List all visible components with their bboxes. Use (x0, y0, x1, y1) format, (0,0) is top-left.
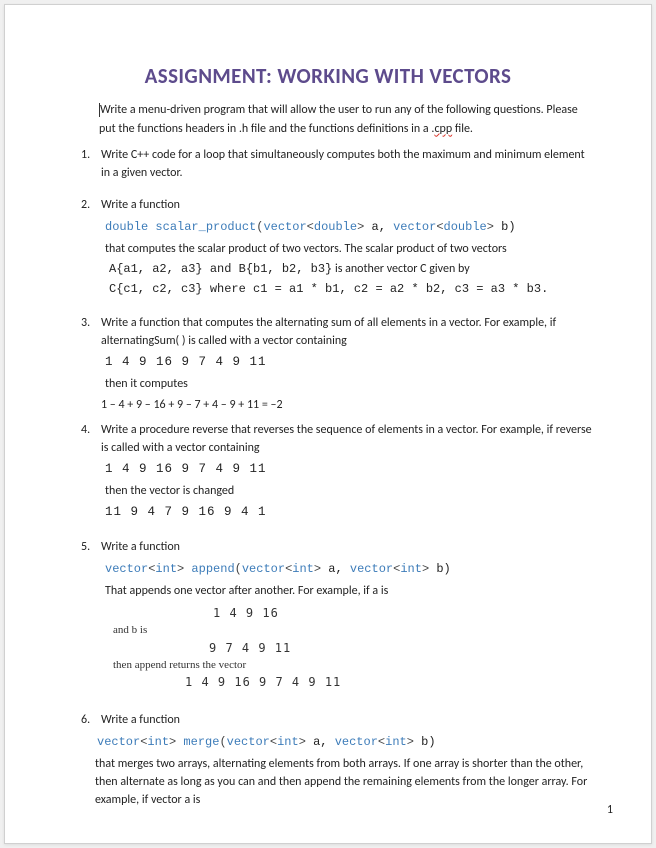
spellcheck-cpp: cpp (434, 122, 452, 136)
kw-vector: vector (242, 562, 285, 576)
kw-type: double (105, 220, 148, 234)
question-body: Write a function that computes the alter… (101, 314, 597, 417)
function-signature: vector<int> merge(vector<int> a, vector<… (97, 733, 593, 751)
question-text: A{a1, a2, a3} and B{b1, b2, b3} is anoth… (109, 260, 593, 278)
kw-type: int (385, 735, 407, 749)
param-name: b) (494, 220, 516, 234)
question-text: then it computes (105, 375, 593, 393)
question-body: Write C++ code for a loop that simultane… (101, 146, 597, 182)
angle-close: > (487, 220, 494, 234)
question-text: Write a procedure reverse that reverses … (101, 421, 593, 457)
question-number: 1. (79, 146, 101, 182)
function-signature: vector<int> append(vector<int> a, vector… (105, 560, 593, 578)
angle-open: < (307, 220, 314, 234)
question-text: then the vector is changed (105, 482, 593, 500)
param-name: a, (306, 735, 335, 749)
code-expr: C{c1, c2, c3} where c1 = a1 * b1, c2 = a… (109, 280, 593, 298)
question-lead: Write a function (101, 538, 593, 556)
math-expression: 1 – 4 + 9 – 16 + 9 – 7 + 4 – 9 + 11 = –2 (101, 396, 593, 414)
question-1: 1. Write C++ code for a loop that simult… (79, 146, 597, 182)
number-sequence: 11 9 4 7 9 16 9 4 1 (105, 503, 593, 522)
param-name: b) (414, 735, 436, 749)
page-number: 1 (607, 803, 613, 817)
kw-type: int (292, 562, 314, 576)
number-sequence: 1 4 9 16 9 7 4 9 11 (105, 460, 593, 479)
question-5: 5. Write a function vector<int> append(v… (79, 538, 597, 697)
kw-type: double (444, 220, 487, 234)
question-number: 5. (79, 538, 101, 697)
angle-open: < (270, 735, 277, 749)
question-number: 3. (79, 314, 101, 417)
function-signature: double scalar_product(vector<double> a, … (105, 218, 593, 236)
question-3: 3. Write a function that computes the al… (79, 314, 597, 417)
kw-vector: vector (335, 735, 378, 749)
page-title: ASSIGNMENT: WORKING WITH VECTORS (59, 63, 597, 89)
question-text: Write a function that computes the alter… (101, 314, 593, 350)
kw-type: int (400, 562, 422, 576)
kw-vector: vector (393, 220, 436, 234)
open-paren: ( (219, 735, 226, 749)
example-block: 1 4 9 16 and b is 9 7 4 9 11 then append… (113, 604, 593, 691)
kw-function: scalar_product (155, 220, 256, 234)
question-6: 6. Write a function vector<int> merge(ve… (79, 711, 597, 809)
kw-type: int (155, 562, 177, 576)
angle-close: > (314, 562, 321, 576)
number-sequence: 9 7 4 9 11 (209, 639, 593, 657)
kw-type: int (277, 735, 299, 749)
kw-vector: vector (227, 735, 270, 749)
example-label: then append returns the vector (113, 657, 593, 674)
kw-vector: vector (97, 735, 140, 749)
question-text: That appends one vector after another. F… (105, 582, 593, 600)
kw-type: int (147, 735, 169, 749)
open-paren: ( (235, 562, 242, 576)
question-number: 4. (79, 421, 101, 525)
angle-close: > (299, 735, 306, 749)
question-lead: Write a function (101, 196, 593, 214)
kw-vector: vector (105, 562, 148, 576)
intro-text-1: Write a menu-driven program that will al… (99, 103, 578, 136)
param-name: a, (364, 220, 393, 234)
kw-type: double (314, 220, 357, 234)
example-label: and b is (113, 622, 593, 639)
intro-text-2: file. (452, 122, 473, 136)
question-2: 2. Write a function double scalar_produc… (79, 196, 597, 300)
param-name: a, (321, 562, 350, 576)
question-body: Write a function vector<int> append(vect… (101, 538, 597, 697)
question-body: Write a function vector<int> merge(vecto… (101, 711, 597, 809)
number-sequence: 1 4 9 16 (213, 604, 593, 622)
question-body: Write a procedure reverse that reverses … (101, 421, 597, 525)
angle-close: > (407, 735, 414, 749)
number-sequence: 1 4 9 16 9 7 4 9 11 (185, 673, 593, 691)
intro-paragraph: Write a menu-driven program that will al… (99, 101, 589, 138)
question-number: 2. (79, 196, 101, 300)
kw-vector: vector (263, 220, 306, 234)
document-page: ASSIGNMENT: WORKING WITH VECTORS Write a… (4, 4, 652, 844)
code-expr: A{a1, a2, a3} and B{b1, b2, b3} (109, 262, 332, 276)
param-name: b) (429, 562, 451, 576)
question-text: that computes the scalar product of two … (105, 240, 593, 258)
angle-open: < (436, 220, 443, 234)
number-sequence: 1 4 9 16 9 7 4 9 11 (105, 353, 593, 372)
question-lead: Write a function (101, 711, 593, 729)
question-text: that merges two arrays, alternating elem… (95, 755, 593, 809)
question-body: Write a function double scalar_product(v… (101, 196, 597, 300)
kw-function: merge (176, 735, 219, 749)
text: is another vector C given by (332, 262, 469, 276)
kw-vector: vector (350, 562, 393, 576)
question-4: 4. Write a procedure reverse that revers… (79, 421, 597, 525)
kw-function: append (184, 562, 234, 576)
